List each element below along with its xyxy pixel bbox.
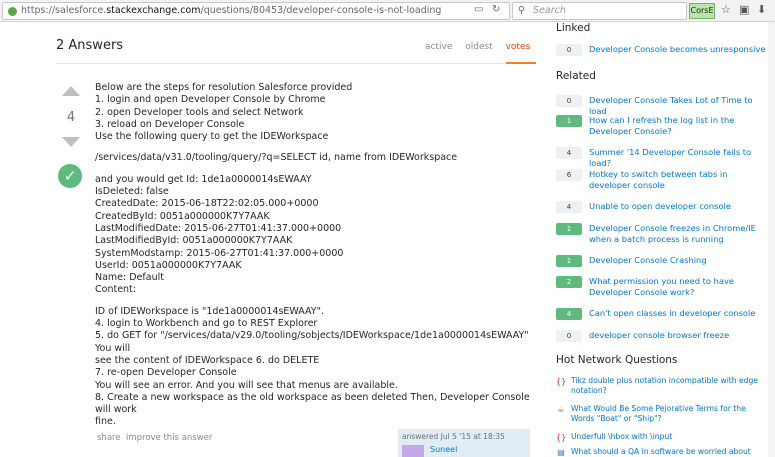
- answer-paragraph: ID of IDEWorkspace is "1de1a0000014sEWAA…: [95, 306, 535, 429]
- answer-line: /services/data/v31.0/tooling/query/?q=SE…: [95, 152, 458, 164]
- vote-count-badge: 4: [556, 201, 582, 213]
- answer-line: IsDeleted: false: [95, 186, 169, 198]
- url-bar[interactable]: https://salesforce.stackexchange.com/que…: [2, 2, 510, 20]
- hot-question-link[interactable]: Underfull \hbox with \input: [571, 432, 766, 442]
- answer-body: Below are the steps for resolution Sales…: [95, 82, 535, 438]
- question-title-link[interactable]: Developer Console freezes in Chrome/IE w…: [589, 223, 767, 245]
- answer-line: LastModifiedById: 0051a000000K7Y7AAK: [95, 235, 293, 247]
- page-content: 2 Answers active oldest votes 4 ✓ Below …: [0, 22, 775, 457]
- vote-count-badge: 1: [556, 255, 582, 267]
- answer-paragraph: and you would get Id: 1de1a0000014sEWAAY…: [95, 174, 535, 297]
- tabs-divider: [56, 63, 536, 64]
- vote-count-badge: 0: [556, 330, 582, 342]
- answer-line: UserId: 0051a000000K7Y7AAK: [95, 259, 242, 271]
- answer-line: You will see an error. And you will see …: [95, 379, 398, 391]
- answer-line: Below are the steps for resolution Sales…: [95, 82, 353, 93]
- search-input[interactable]: ⚲ Search: [512, 2, 687, 20]
- sqa-icon: ▤: [557, 448, 565, 457]
- bookmark-star-icon[interactable]: ☆: [721, 3, 731, 16]
- answer-line: ID of IDEWorkspace is "1de1a0000014sEWAA…: [95, 305, 324, 317]
- vote-count-badge: 4: [556, 147, 582, 159]
- answer-line: 8. Create a new workspace as the old wor…: [95, 391, 530, 416]
- search-placeholder: Search: [533, 5, 566, 16]
- clipboard-icon[interactable]: ▣: [739, 3, 749, 16]
- answer-line: 2. open Developer tools and select Netwo…: [95, 106, 304, 118]
- search-icon: ⚲: [518, 5, 525, 16]
- hot-question-link[interactable]: Tikz double plus notation incompatible w…: [571, 376, 766, 396]
- answer-line: fine.: [95, 416, 116, 428]
- vote-count-badge: 0: [556, 44, 582, 56]
- answer-line: Name: Default: [95, 272, 164, 284]
- user-card: answered Jul 5 '15 at 18:35 Suneel: [398, 429, 530, 457]
- question-title-link[interactable]: How can I refresh the log list in the De…: [589, 115, 767, 137]
- answer-line: CreatedDate: 2015-06-18T22:02:05.000+000…: [95, 198, 319, 210]
- answer-line: 1. login and open Developer Console by C…: [95, 94, 326, 106]
- question-title-link[interactable]: Developer Console Takes Lot of Time to l…: [589, 95, 767, 117]
- post-menu: share improve this answer: [97, 433, 212, 443]
- question-title-link[interactable]: Developer Console Crashing: [589, 255, 767, 266]
- answer-line: and you would get Id: 1de1a0000014sEWAAY: [95, 173, 312, 185]
- question-title-link[interactable]: Hotkey to switch between tabs in develop…: [589, 169, 767, 191]
- upvote-arrow-icon[interactable]: [62, 86, 80, 96]
- answers-count-header: 2 Answers: [56, 38, 124, 53]
- vote-count: 4: [66, 110, 76, 125]
- improve-answer-link[interactable]: improve this answer: [126, 433, 212, 443]
- scrollbar[interactable]: [768, 22, 775, 457]
- vote-count-badge: 2: [556, 276, 582, 288]
- question-title-link[interactable]: What permission you need to have Develop…: [589, 276, 767, 298]
- question-title-link[interactable]: Can't open classes in developer console: [589, 308, 767, 319]
- answer-paragraph: /services/data/v31.0/tooling/query/?q=SE…: [95, 152, 535, 164]
- downvote-arrow-icon[interactable]: [62, 137, 80, 147]
- corse-extension-button[interactable]: CorsE: [689, 3, 715, 19]
- share-link[interactable]: share: [97, 433, 121, 443]
- url-domain: stackexchange.com: [106, 5, 201, 16]
- vote-count-badge: 6: [556, 169, 582, 181]
- secure-lock-icon: [8, 7, 17, 16]
- selected-tab-indicator: [506, 62, 536, 64]
- answer-line: 4. login to Workbench and go to REST Exp…: [95, 318, 318, 330]
- answer-line: Content:: [95, 284, 136, 296]
- question-title-link[interactable]: Developer Console becomes unresponsive: [589, 44, 767, 55]
- hot-question-link[interactable]: What Would Be Some Pejorative Terms for …: [571, 404, 766, 424]
- answer-sort-tabs: active oldest votes: [425, 42, 540, 52]
- answer-line: SystemModstamp: 2015-06-27T01:41:37.000+…: [95, 247, 344, 259]
- question-title-link[interactable]: developer console browser freeze: [589, 330, 767, 341]
- reader-view-icon[interactable]: ▭: [474, 4, 483, 15]
- hot-network-questions-title: Hot Network Questions: [556, 354, 678, 366]
- tab-votes[interactable]: votes: [506, 42, 531, 52]
- vote-count-badge: 0: [556, 95, 582, 107]
- reload-icon[interactable]: ↻: [492, 4, 500, 15]
- question-title-link[interactable]: Summer '14 Developer Console fails to lo…: [589, 147, 767, 169]
- download-icon[interactable]: ⬇: [757, 3, 766, 16]
- answer-line: 7. re-open Developer Console: [95, 367, 237, 379]
- vote-count-badge: 1: [556, 115, 582, 127]
- vote-count-badge: 1: [556, 223, 582, 235]
- answer-line: see the content of IDEWorkspace 6. do DE…: [95, 354, 320, 366]
- url-path: /questions/80453/developer-console-is-no…: [200, 5, 442, 16]
- tex-icon: {}: [556, 433, 567, 442]
- accepted-checkmark-icon: ✓: [58, 164, 82, 188]
- answer-line: LastModifiedDate: 2015-06-27T01:41:37.00…: [95, 222, 342, 234]
- vote-count-badge: 4: [556, 308, 582, 320]
- answer-line: 5. do GET for "/services/data/v29.0/tool…: [95, 330, 529, 354]
- tex-icon: {}: [556, 377, 567, 386]
- user-name-link[interactable]: Suneel: [430, 445, 457, 454]
- avatar[interactable]: [402, 445, 424, 457]
- url-prefix: https://salesforce.: [21, 5, 107, 16]
- question-title-link[interactable]: Unable to open developer console: [589, 201, 767, 212]
- english-icon: ☕: [557, 405, 565, 414]
- linked-section-title: Linked: [556, 22, 591, 34]
- answer-line: 3. reload on Developer Console: [95, 118, 245, 130]
- answer-line: Use the following query to get the IDEWo…: [95, 131, 329, 143]
- answer-line: CreatedById: 0051a000000K7Y7AAK: [95, 210, 270, 222]
- browser-toolbar: https://salesforce.stackexchange.com/que…: [0, 0, 775, 22]
- hot-question-link[interactable]: What should a QA in software be worried …: [571, 447, 766, 457]
- answered-timestamp: answered Jul 5 '15 at 18:35: [402, 432, 505, 441]
- tab-oldest[interactable]: oldest: [465, 42, 492, 52]
- related-section-title: Related: [556, 70, 596, 82]
- tab-active[interactable]: active: [425, 42, 452, 52]
- answer-paragraph: Below are the steps for resolution Sales…: [95, 82, 535, 143]
